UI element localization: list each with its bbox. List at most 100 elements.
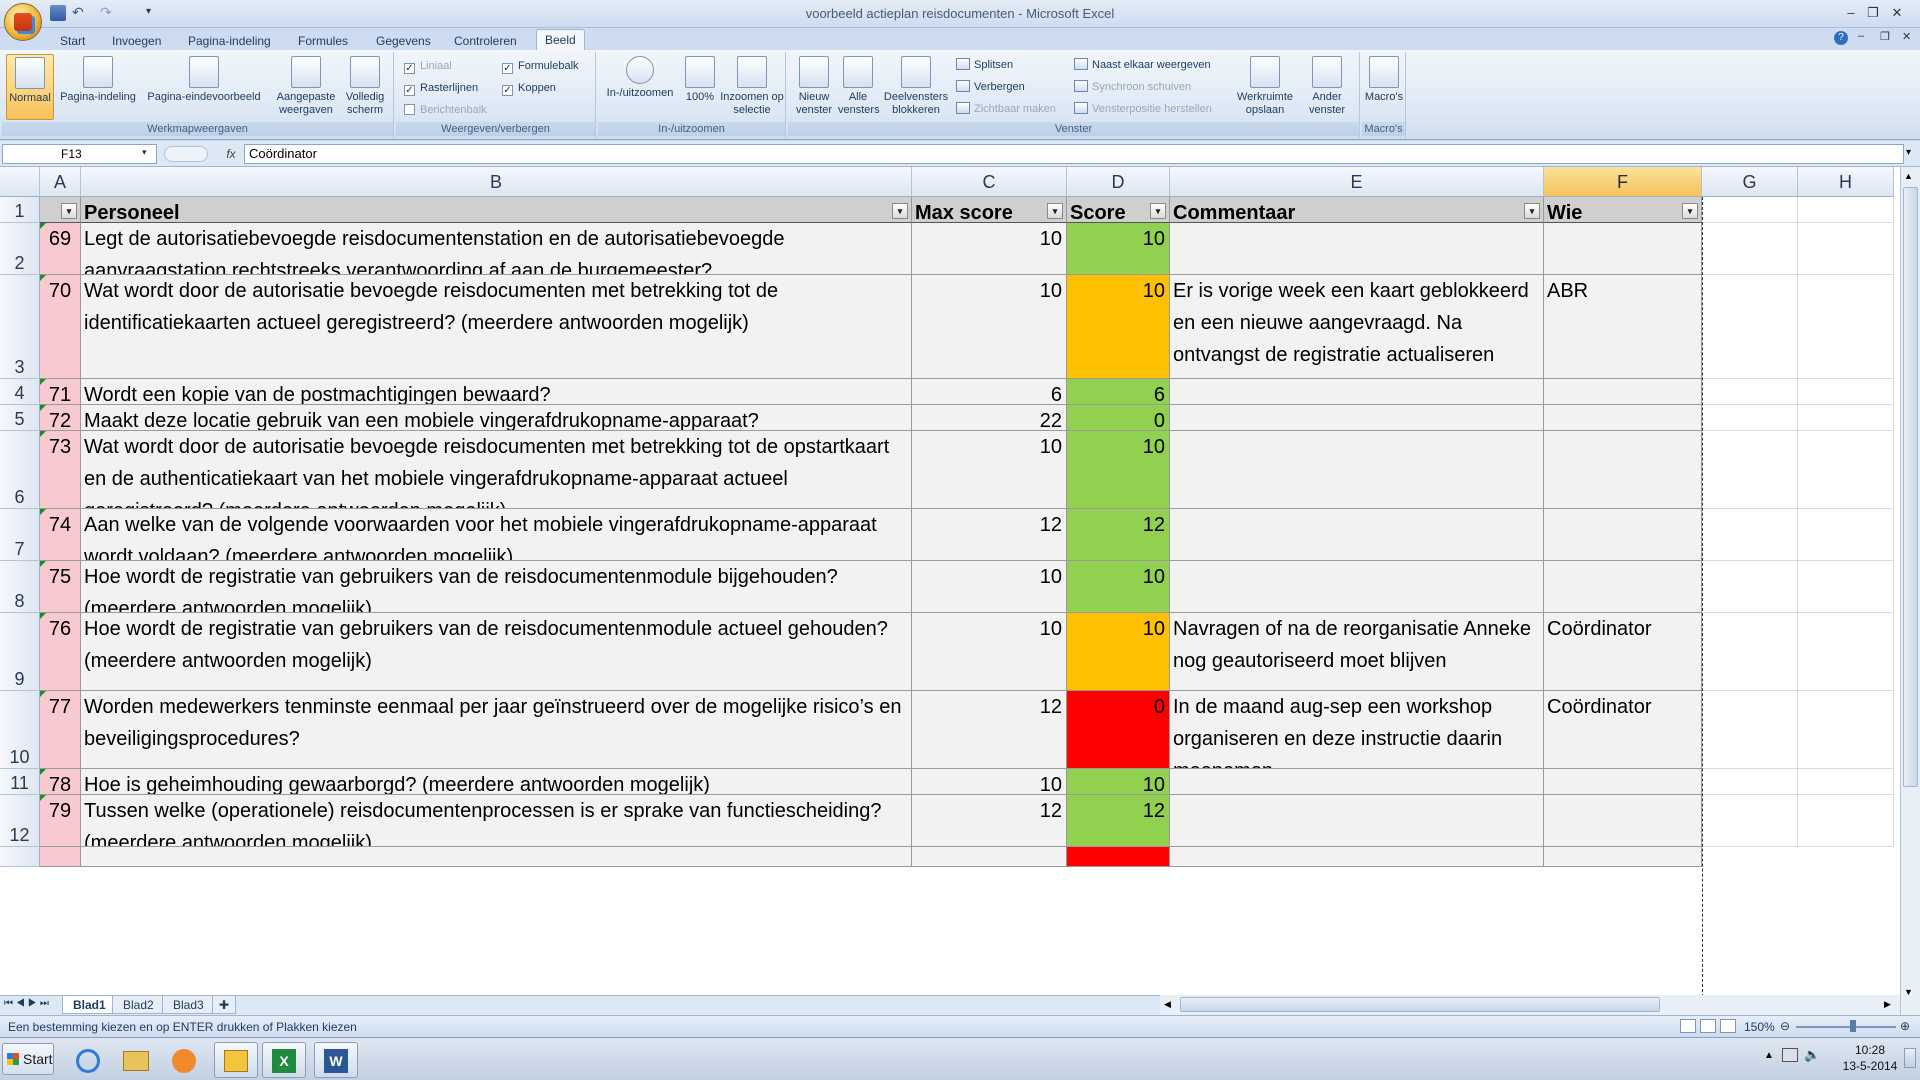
question-number-cell[interactable]: 79	[40, 795, 81, 847]
question-text-cell[interactable]: Aan welke van de volgende voorwaarden vo…	[81, 509, 912, 561]
sheet-tab-blad2[interactable]: Blad2	[112, 996, 165, 1014]
question-text-cell[interactable]: Hoe wordt de registratie van gebruikers …	[81, 561, 912, 613]
rasterlijnen-checkbox[interactable]: ✓ Rasterlijnen	[404, 81, 478, 96]
question-text-cell[interactable]: Tussen welke (operationele) reisdocument…	[81, 795, 912, 847]
max-score-cell[interactable]: 10	[912, 223, 1067, 275]
insert-function-icon[interactable]: fx	[218, 144, 244, 164]
cell-h[interactable]	[1798, 613, 1894, 691]
start-button[interactable]: Start	[2, 1043, 54, 1075]
owner-cell[interactable]: ABR	[1544, 275, 1702, 379]
internet-explorer-icon[interactable]	[66, 1042, 110, 1078]
owner-cell[interactable]	[1544, 769, 1702, 795]
cell-g[interactable]	[1702, 275, 1798, 379]
normaal-button[interactable]: Normaal	[6, 54, 54, 120]
question-number-cell[interactable]: 76	[40, 613, 81, 691]
header-cell-b[interactable]: Personeel ▾	[81, 197, 912, 223]
question-number-cell[interactable]: 73	[40, 431, 81, 509]
comment-cell[interactable]: Er is vorige week een kaart geblokkeerd …	[1170, 275, 1544, 379]
comment-cell[interactable]	[1170, 509, 1544, 561]
comment-cell[interactable]	[1170, 431, 1544, 509]
formulebalk-checkbox[interactable]: ✓ Formulebalk	[502, 59, 579, 74]
office-button[interactable]	[4, 3, 42, 41]
sheet-tab-blad1[interactable]: Blad1	[62, 996, 117, 1014]
synchroon-schuiven-button[interactable]: Synchroon schuiven	[1074, 80, 1191, 94]
scroll-right-icon[interactable]: ▶	[1884, 999, 1891, 1010]
max-score-cell[interactable]: 12	[912, 509, 1067, 561]
name-box[interactable]: F13	[2, 144, 157, 164]
max-score-cell[interactable]: 6	[912, 379, 1067, 405]
column-header-g[interactable]: G	[1702, 167, 1798, 197]
owner-cell[interactable]	[1544, 561, 1702, 613]
werkruimte-opslaan-button[interactable]: Werkruimte opslaan	[1232, 56, 1298, 117]
filter-dropdown-icon[interactable]: ▾	[1524, 203, 1540, 219]
owner-cell[interactable]	[1544, 795, 1702, 847]
ribbon-close-icon[interactable]: ✕	[1902, 30, 1911, 43]
column-header-e[interactable]: E	[1170, 167, 1544, 197]
horizontal-scrollbar[interactable]: ◀ ▶	[1160, 995, 1900, 1015]
max-score-cell[interactable]: 10	[912, 561, 1067, 613]
cell-g[interactable]	[1702, 379, 1798, 405]
filter-dropdown-icon[interactable]: ▾	[1047, 203, 1063, 219]
page-layout-status-icon[interactable]	[1700, 1019, 1716, 1033]
berichtenbalk-checkbox[interactable]: Berichtenbalk	[404, 103, 487, 117]
header-cell-c[interactable]: Max score ▾	[912, 197, 1067, 223]
score-cell[interactable]: 10	[1067, 561, 1170, 613]
cell-h[interactable]	[1798, 405, 1894, 431]
row-header[interactable]	[0, 847, 40, 867]
sheet-nav-icons[interactable]: ⏮◀▶⏭	[4, 998, 52, 1009]
question-text-cell[interactable]: Wordt een kopie van de postmachtigingen …	[81, 379, 912, 405]
column-header-a[interactable]: A	[40, 167, 81, 197]
nieuw-venster-button[interactable]: Nieuw venster	[790, 56, 838, 117]
volledig-scherm-button[interactable]: Volledig scherm	[340, 56, 390, 117]
comment-cell[interactable]	[1170, 379, 1544, 405]
column-header-h[interactable]: H	[1798, 167, 1894, 197]
max-score-cell[interactable]: 22	[912, 405, 1067, 431]
cell-c[interactable]	[912, 847, 1067, 867]
filter-dropdown-icon[interactable]: ▾	[1150, 203, 1166, 219]
cell-g[interactable]	[1702, 769, 1798, 795]
cell-h[interactable]	[1798, 275, 1894, 379]
vertical-scroll-thumb[interactable]	[1903, 187, 1918, 787]
ribbon-minimize-icon[interactable]: –	[1858, 30, 1864, 42]
outlook-icon[interactable]	[214, 1042, 258, 1078]
deelvensters-blokkeren-button[interactable]: Deelvensters blokkeren	[880, 56, 952, 117]
row-header[interactable]: 9	[0, 613, 40, 691]
column-header-b[interactable]: B	[81, 167, 912, 197]
question-number-cell[interactable]: 77	[40, 691, 81, 769]
max-score-cell[interactable]: 12	[912, 795, 1067, 847]
score-cell[interactable]: 6	[1067, 379, 1170, 405]
score-cell[interactable]	[1067, 847, 1170, 867]
header-cell-a[interactable]: ▾	[40, 197, 81, 223]
max-score-cell[interactable]: 10	[912, 613, 1067, 691]
cell-a[interactable]	[40, 847, 81, 867]
zoom-selection-button[interactable]: Inzoomen op selectie	[720, 56, 784, 117]
owner-cell[interactable]	[1544, 379, 1702, 405]
aangepaste-weergaven-button[interactable]: Aangepaste weergaven	[272, 56, 340, 117]
question-text-cell[interactable]: Hoe wordt de registratie van gebruikers …	[81, 613, 912, 691]
network-icon[interactable]	[1782, 1048, 1798, 1062]
scroll-up-icon[interactable]: ▲	[1904, 171, 1913, 181]
volume-icon[interactable]: 🔈	[1804, 1047, 1820, 1063]
question-number-cell[interactable]: 78	[40, 769, 81, 795]
vertical-scrollbar[interactable]: ▲ ▼	[1900, 167, 1920, 1015]
owner-cell[interactable]	[1544, 431, 1702, 509]
comment-cell[interactable]	[1170, 795, 1544, 847]
cell-b[interactable]	[81, 847, 912, 867]
row-header[interactable]: 6	[0, 431, 40, 509]
header-cell-f[interactable]: Wie ▾	[1544, 197, 1702, 223]
owner-cell[interactable]	[1544, 509, 1702, 561]
select-all-corner[interactable]	[0, 167, 40, 197]
max-score-cell[interactable]: 10	[912, 431, 1067, 509]
vensterpositie-herstellen-button[interactable]: Vensterpositie herstellen	[1074, 102, 1212, 116]
koppen-checkbox[interactable]: ✓ Koppen	[502, 81, 556, 96]
question-text-cell[interactable]: Worden medewerkers tenminste eenmaal per…	[81, 691, 912, 769]
spreadsheet-grid[interactable]: A B C D E F G H 1 ▾ Personeel ▾ Max score ▾ Sc…	[0, 167, 1900, 995]
cell-h[interactable]	[1798, 431, 1894, 509]
tab-start[interactable]: Start	[52, 32, 93, 50]
cell-h[interactable]	[1798, 197, 1894, 223]
filter-dropdown-icon[interactable]: ▾	[1682, 203, 1698, 219]
row-header[interactable]: 5	[0, 405, 40, 431]
alle-vensters-button[interactable]: Alle vensters	[838, 56, 880, 117]
page-break-status-icon[interactable]	[1720, 1019, 1736, 1033]
question-number-cell[interactable]: 72	[40, 405, 81, 431]
